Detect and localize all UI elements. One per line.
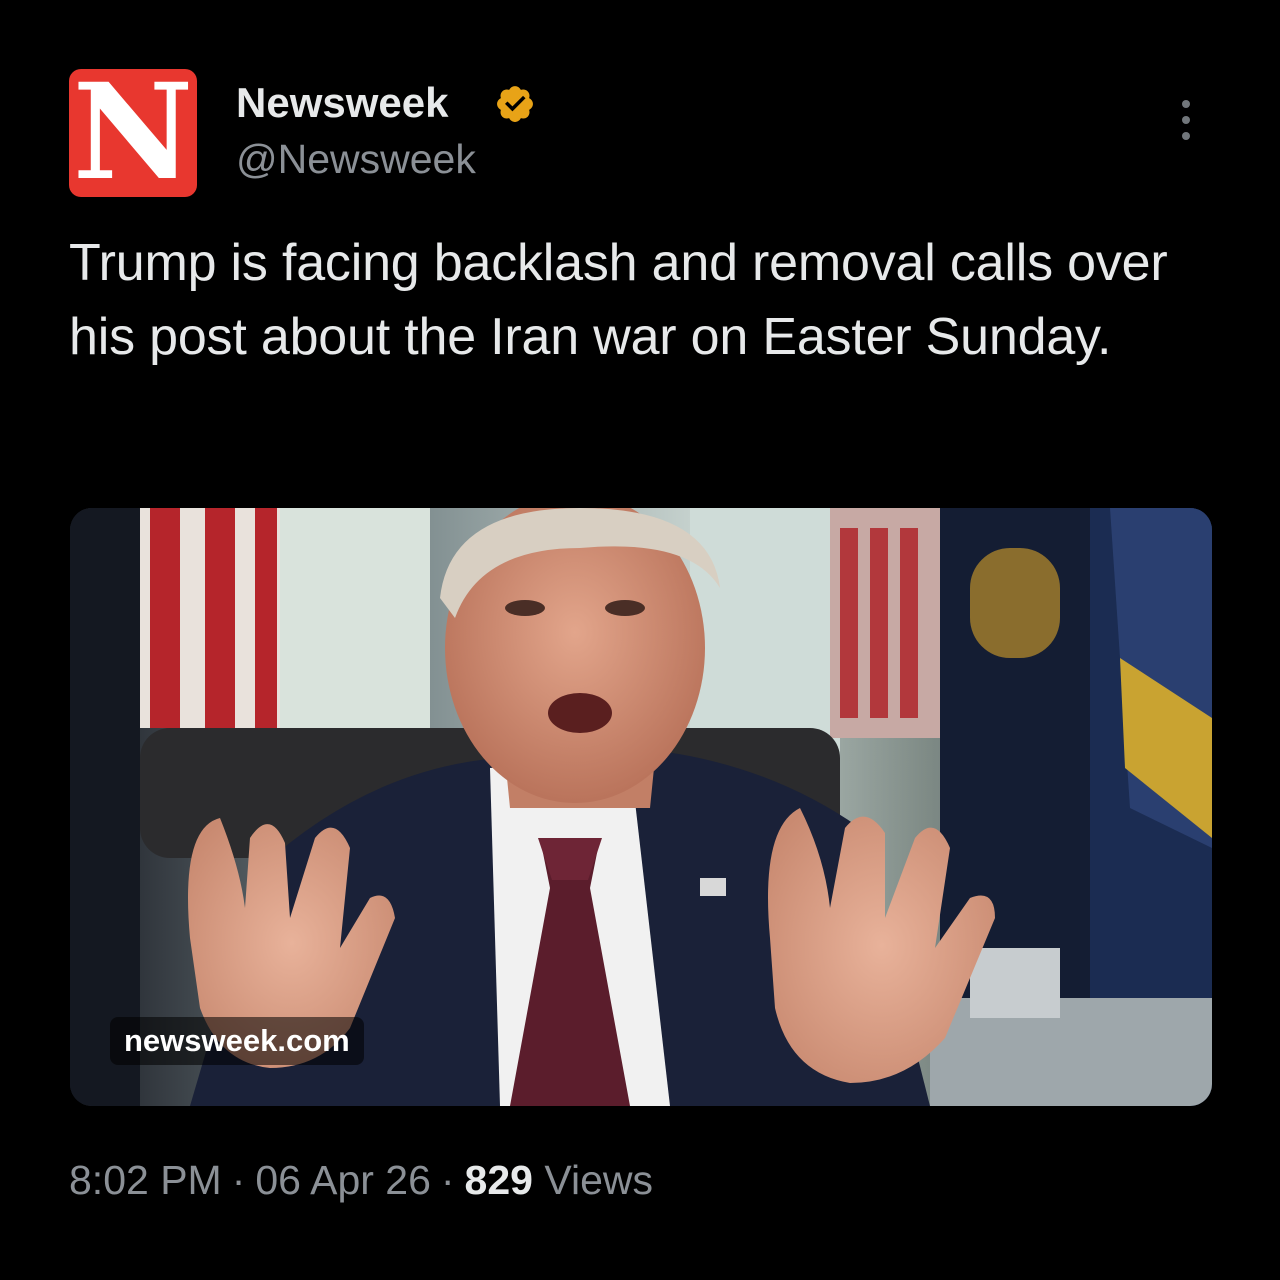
tweet: N Newsweek @Newsweek Trump is facing bac… xyxy=(0,0,1280,1280)
more-options-button[interactable] xyxy=(1168,96,1204,144)
link-domain: newsweek.com xyxy=(110,1017,364,1065)
views-count[interactable]: 829 xyxy=(465,1157,533,1203)
meta-separator: · xyxy=(440,1157,455,1203)
author-avatar[interactable]: N xyxy=(69,69,197,197)
tweet-text: Trump is facing backlash and removal cal… xyxy=(69,234,1168,366)
views-label: Views xyxy=(544,1157,654,1203)
author-handle[interactable]: @Newsweek xyxy=(236,134,476,184)
tweet-meta: 8:02 PM · 06 Apr 26 · 829 Views xyxy=(69,1150,653,1210)
author-name[interactable]: Newsweek xyxy=(236,78,448,128)
post-date[interactable]: 06 Apr 26 xyxy=(255,1157,431,1203)
link-card-image[interactable]: newsweek.com xyxy=(70,508,1212,1106)
meta-separator: · xyxy=(231,1157,246,1203)
post-time[interactable]: 8:02 PM xyxy=(69,1157,222,1203)
verified-badge-icon xyxy=(497,86,533,122)
avatar-letter: N xyxy=(72,69,194,197)
more-options-icon xyxy=(1182,100,1190,108)
